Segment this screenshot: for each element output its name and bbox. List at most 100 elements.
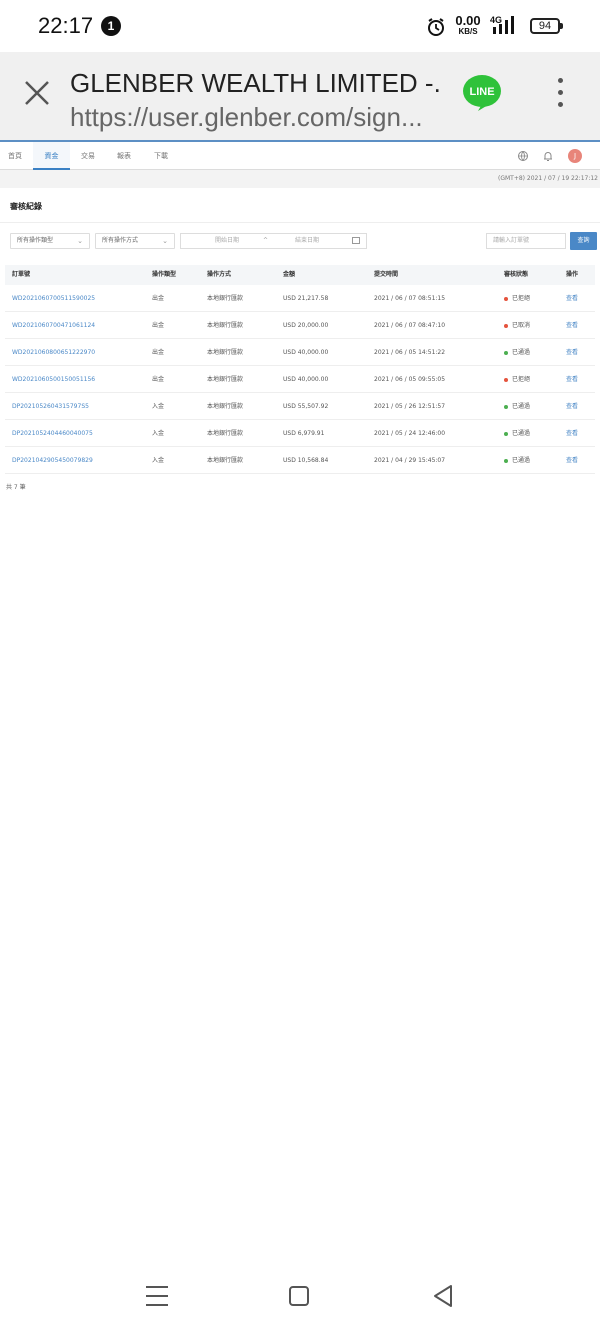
operation-method: 本地銀行匯款	[207, 376, 244, 383]
battery-indicator: 94	[530, 18, 563, 34]
start-date-input[interactable]: 開始日期	[215, 234, 239, 248]
operation-type: 出金	[152, 295, 165, 302]
more-options-icon[interactable]	[552, 78, 568, 112]
chevron-down-icon: ⌄	[77, 237, 83, 245]
order-link[interactable]: WD2021060500150051156	[12, 366, 95, 393]
status-badge: 已通過	[504, 420, 530, 447]
order-link[interactable]: WD2021060800651222970	[12, 339, 95, 366]
view-link[interactable]: 查看	[566, 366, 578, 393]
section-title: 審核紀錄	[10, 202, 42, 211]
header-action: 操作	[566, 271, 579, 278]
submit-time: 2021 / 05 / 24 12:46:00	[374, 430, 446, 437]
status-dot	[504, 350, 508, 355]
view-link[interactable]: 查看	[566, 285, 578, 312]
operation-method: 本地銀行匯款	[207, 295, 244, 302]
browser-toolbar: GLENBER WEALTH LIMITED -... https://user…	[0, 52, 600, 140]
globe-icon[interactable]	[517, 150, 529, 162]
view-link[interactable]: 查看	[566, 393, 578, 420]
operation-type: 入金	[152, 403, 165, 410]
table-row: DP2021052404460040075 入金 本地銀行匯款 USD 6,97…	[5, 420, 595, 447]
submit-time: 2021 / 06 / 07 08:47:10	[374, 322, 446, 329]
order-link[interactable]: DP2021052404460040075	[12, 420, 93, 447]
amount: USD 55,507.92	[283, 403, 329, 410]
submit-time: 2021 / 04 / 29 15:45:07	[374, 457, 446, 464]
view-link[interactable]: 查看	[566, 447, 578, 474]
status-badge: 已通過	[504, 393, 530, 420]
network-speed: 0.00 KB/S	[455, 13, 481, 36]
status-dot	[504, 431, 508, 436]
status-dot	[504, 296, 508, 301]
table-row: WD2021060700511590025 出金 本地銀行匯款 USD 21,2…	[5, 285, 595, 312]
view-link[interactable]: 查看	[566, 420, 578, 447]
bell-icon[interactable]	[542, 150, 554, 162]
view-link[interactable]: 查看	[566, 312, 578, 339]
table-row: DP2021052604315797S5 入金 本地銀行匯款 USD 55,50…	[5, 393, 595, 420]
operation-type: 出金	[152, 376, 165, 383]
table-header: 訂單號 操作類型 操作方式 金額 提交時間 審核狀態 操作	[5, 265, 595, 285]
status-badge: 已取消	[504, 312, 530, 339]
amount: USD 20,000.00	[283, 322, 329, 329]
line-app-icon[interactable]: LINE	[462, 74, 502, 112]
status-dot	[504, 377, 508, 382]
operation-type: 入金	[152, 430, 165, 437]
operation-type-select[interactable]: 所有操作類型 ⌄	[10, 233, 90, 249]
svg-text:LINE: LINE	[469, 86, 494, 98]
query-button[interactable]: 查詢	[570, 232, 597, 250]
header-status: 審核狀態	[504, 271, 529, 278]
operation-type: 入金	[152, 457, 165, 464]
status-badge: 已拒絕	[504, 366, 530, 393]
calendar-icon[interactable]	[352, 237, 360, 244]
chevron-down-icon: ⌄	[162, 237, 168, 245]
back-icon[interactable]	[432, 1284, 454, 1308]
tab-funds[interactable]: 資金	[33, 142, 70, 170]
alarm-icon	[428, 18, 444, 36]
operation-method: 本地銀行匯款	[207, 457, 244, 464]
clock: 22:17	[38, 13, 94, 38]
end-date-input[interactable]: 結束日期	[295, 234, 319, 248]
header-method: 操作方式	[207, 271, 232, 278]
status-badge: 已通過	[504, 447, 530, 474]
web-page: 首頁 資金 交易 報表 下載 J (GMT+8) 2021 / 07 / 19 …	[0, 140, 600, 491]
table-row: DP2021042905450079829 入金 本地銀行匯款 USD 10,5…	[5, 447, 595, 474]
amount: USD 40,000.00	[283, 349, 329, 356]
tab-trade[interactable]: 交易	[72, 142, 104, 170]
amount: USD 10,568.84	[283, 457, 329, 464]
page-title: GLENBER WEALTH LIMITED -...	[70, 68, 440, 98]
order-search-input[interactable]: 請輸入訂單號	[486, 233, 566, 249]
site-nav: 首頁 資金 交易 報表 下載 J	[0, 142, 600, 170]
notification-badge: 1	[101, 16, 121, 36]
url-field[interactable]: https://user.glenber.com/sign...	[70, 102, 450, 133]
operation-method: 本地銀行匯款	[207, 403, 244, 410]
tab-reports[interactable]: 報表	[108, 142, 140, 170]
operation-method-select[interactable]: 所有操作方式 ⌄	[95, 233, 175, 249]
header-amount: 金額	[283, 271, 296, 278]
operation-type: 出金	[152, 322, 165, 329]
submit-time: 2021 / 06 / 07 08:51:15	[374, 295, 446, 302]
signal-icon: 4G	[490, 15, 514, 34]
order-link[interactable]: DP2021042905450079829	[12, 447, 93, 474]
order-link[interactable]: WD2021060700471061124	[12, 312, 95, 339]
date-range-picker[interactable]: 開始日期 ^ 結束日期	[180, 233, 367, 249]
header-time: 提交時間	[374, 271, 399, 278]
order-link[interactable]: DP2021052604315797S5	[12, 393, 89, 420]
order-link[interactable]: WD2021060700511590025	[12, 285, 95, 312]
operation-type: 出金	[152, 349, 165, 356]
submit-time: 2021 / 06 / 05 09:55:05	[374, 376, 446, 383]
amount: USD 40,000.00	[283, 376, 329, 383]
close-icon[interactable]	[22, 78, 52, 108]
header-type: 操作類型	[152, 271, 177, 278]
operation-method: 本地銀行匯款	[207, 322, 244, 329]
view-link[interactable]: 查看	[566, 339, 578, 366]
avatar[interactable]: J	[568, 149, 582, 163]
status-badge: 已拒絕	[504, 285, 530, 312]
recent-apps-icon[interactable]	[146, 1286, 168, 1306]
tab-download[interactable]: 下載	[145, 142, 177, 170]
submit-time: 2021 / 05 / 26 12:51:57	[374, 403, 446, 410]
total-count: 共 7 筆	[6, 484, 26, 491]
home-icon[interactable]	[289, 1286, 309, 1306]
amount: USD 21,217.58	[283, 295, 329, 302]
server-time: (GMT+8) 2021 / 07 / 19 22:17:12	[0, 170, 600, 188]
audit-records-table: 訂單號 操作類型 操作方式 金額 提交時間 審核狀態 操作 WD20210607…	[5, 265, 595, 474]
tab-home[interactable]: 首頁	[0, 142, 30, 170]
table-row: WD2021060700471061124 出金 本地銀行匯款 USD 20,0…	[5, 312, 595, 339]
